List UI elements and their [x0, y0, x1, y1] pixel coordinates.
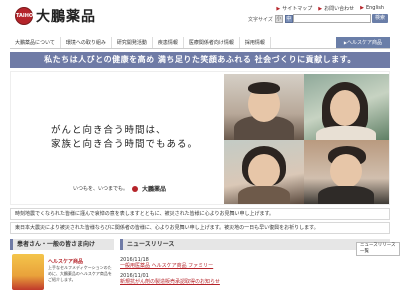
photo-girl	[224, 140, 304, 204]
hero-tagline: いつもを、いつまでも。 大鵬薬品	[73, 184, 166, 193]
hero-brand: 大鵬薬品	[142, 186, 167, 193]
product-link[interactable]: ヘルスケア商品	[48, 258, 83, 265]
photo-woman	[304, 74, 389, 140]
nav-medical[interactable]: 医療関係者向け情報	[184, 37, 240, 48]
arrow-icon: ▶	[276, 6, 281, 12]
arrow-icon: ▶	[318, 6, 323, 12]
util-link-english[interactable]: ▶ English	[360, 5, 384, 12]
font-size-label: 文字サイズ	[248, 16, 273, 23]
logo-text[interactable]: 大鵬薬品	[36, 6, 96, 26]
font-size-medium[interactable]: 中	[284, 15, 293, 23]
news-item-link[interactable]: 新規抗がん剤の製造販売承認取得のお知らせ	[120, 279, 390, 286]
util-link-sitemap[interactable]: ▶ サイトマップ	[276, 5, 312, 12]
logo-mark[interactable]: TAIHO	[15, 7, 33, 25]
nav-about[interactable]: 大鵬薬品について	[10, 37, 61, 48]
search-input[interactable]	[293, 14, 371, 23]
search-button[interactable]: 検索	[372, 14, 388, 23]
product-description: 上手なセルフメディケーションのために、大鵬薬品のヘルスケア商品をご紹介します。	[48, 265, 112, 282]
nav-recruit[interactable]: 採用情報	[240, 37, 271, 48]
section-consumer-header: 患者さん・一般の皆さま向け	[10, 239, 114, 250]
utility-links: ▶ サイトマップ ▶ お問い合わせ ▶ English	[276, 5, 384, 12]
util-link-contact[interactable]: ▶ お問い合わせ	[318, 5, 354, 12]
news-list: 2016/11/18 一般用医薬品 ヘルスケア商品 ファミリー 2016/11/…	[120, 254, 390, 298]
notice-earthquake[interactable]: 時刻地震でくなられた皆様に謹んで哀悼の意を表しますとともに、被災された皆様に心よ…	[10, 208, 390, 220]
photo-boy	[304, 140, 389, 204]
brand-logo-icon	[132, 185, 139, 192]
hero-banner[interactable]: がんと向き合う時間は、 家族と向き合う時間でもある。 いつもを、いつまでも。 大…	[10, 71, 390, 205]
hero-copy-line1: がんと向き合う時間は、	[51, 125, 167, 136]
photo-man	[224, 74, 304, 140]
section-news-header: ニュースリリース	[120, 239, 390, 250]
nav-environment[interactable]: 環境への取り組み	[61, 37, 112, 48]
consumer-section: ヘルスケア商品 上手なセルフメディケーションのために、大鵬薬品のヘルスケア商品を…	[10, 254, 114, 298]
hero-copy-line2: 家族と向き合う時間でもある。	[51, 139, 199, 150]
notice-disaster[interactable]: 東日本大震災により被災された皆様ならびに関係者の皆様に、心よりお見舞い申し上げま…	[10, 222, 390, 234]
product-image[interactable]	[12, 254, 44, 290]
arrow-icon: ▶	[360, 5, 364, 11]
site-header: TAIHO 大鵬薬品 ▶ サイトマップ ▶ お問い合わせ ▶ English 文字サイ…	[0, 0, 400, 36]
news-item-link[interactable]: 一般用医薬品 ヘルスケア商品 ファミリー	[120, 263, 390, 270]
slogan-banner: 私たちは人びとの健康を高め 満ち足りた笑顔あふれる 社会づくりに貢献します。	[10, 52, 390, 68]
hero-copy: がんと向き合う時間は、 家族と向き合う時間でもある。	[51, 124, 198, 152]
font-size-small[interactable]: 小	[274, 15, 283, 23]
nav-disease-info[interactable]: 疾患情報	[153, 37, 184, 48]
hero-tagline-text: いつもを、いつまでも。	[73, 186, 129, 192]
nav-research[interactable]: 研究開発活動	[112, 37, 153, 48]
global-nav: 大鵬薬品について 環境への取り組み 研究開発活動 疾患情報 医療関係者向け情報 …	[10, 37, 390, 49]
nav-healthcare-button[interactable]: ヘルスケア商品	[335, 37, 390, 48]
